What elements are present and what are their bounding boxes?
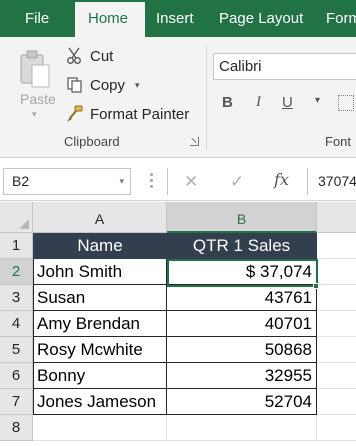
table-header-sales[interactable]: QTR 1 Sales [167, 233, 317, 259]
chevron-down-icon[interactable]: ▾ [135, 80, 140, 91]
grid-cell[interactable] [317, 311, 356, 337]
row-header[interactable]: 5 [0, 337, 33, 363]
row-header[interactable]: 2 [0, 259, 33, 285]
divider [167, 168, 168, 195]
grid-cell[interactable] [317, 363, 356, 389]
format-painter-label: Format Painter [90, 105, 190, 123]
tab-insert[interactable]: Insert [156, 0, 194, 37]
row-header[interactable]: 6 [0, 363, 33, 389]
row-header[interactable]: 1 [0, 233, 33, 259]
paintbrush-icon [67, 105, 83, 122]
chevron-down-icon[interactable]: ▾ [119, 169, 124, 194]
chevron-down-icon[interactable]: ▾ [315, 95, 320, 106]
tab-formulas[interactable]: Form [326, 0, 356, 37]
tab-page-layout[interactable]: Page Layout [219, 0, 303, 37]
paste-label: Paste [20, 91, 56, 107]
column-header-b[interactable]: B [167, 202, 317, 233]
ribbon-home: Paste ▾ Cut Copy ▾ Format Painter Clipbo… [0, 37, 356, 158]
enter-check-icon[interactable]: ✓ [230, 172, 244, 192]
table-cell-name[interactable]: Susan [33, 285, 167, 311]
bold-button[interactable]: B [222, 94, 233, 111]
paste-icon [20, 50, 50, 88]
row-header[interactable]: 7 [0, 389, 33, 415]
name-box[interactable]: B2 ▾ [3, 168, 131, 195]
grid-cell[interactable] [317, 415, 356, 441]
ribbon-tab-bar: File Home Insert Page Layout Form [0, 0, 356, 37]
format-painter-button[interactable]: Format Painter [66, 103, 189, 125]
formula-bar-grip-icon[interactable] [150, 173, 154, 189]
scissors-icon [67, 47, 81, 64]
grid-cell[interactable] [167, 415, 317, 441]
table-cell-name[interactable]: Jones Jameson [33, 389, 167, 415]
divider [0, 200, 356, 201]
column-header-c[interactable] [317, 202, 356, 233]
copy-button[interactable]: Copy ▾ [66, 74, 140, 96]
row-header[interactable]: 8 [0, 415, 33, 441]
table-cell-sales[interactable]: 50868 [167, 337, 317, 363]
grid-cell[interactable] [317, 259, 356, 285]
cut-button[interactable]: Cut [66, 45, 113, 67]
italic-button[interactable]: I [256, 94, 261, 111]
table-cell-sales[interactable]: 52704 [167, 389, 317, 415]
dialog-launcher-icon[interactable] [190, 137, 199, 146]
column-header-a[interactable]: A [33, 202, 167, 233]
table-cell-sales[interactable]: 32955 [167, 363, 317, 389]
grid-cell[interactable] [317, 233, 356, 259]
name-box-value: B2 [12, 173, 30, 189]
copy-label: Copy [90, 76, 126, 94]
table-cell-sales[interactable]: 40701 [167, 311, 317, 337]
worksheet-grid[interactable]: A B 1 2 3 4 5 6 7 8 Name QTR 1 Sales Joh… [0, 202, 356, 446]
copy-icon [67, 77, 82, 93]
grid-cell[interactable] [317, 337, 356, 363]
chevron-down-icon[interactable]: ▾ [32, 109, 37, 120]
table-cell-name[interactable]: Rosy Mcwhite [33, 337, 167, 363]
cut-label: Cut [90, 47, 114, 65]
formula-input[interactable]: 37074 [307, 168, 356, 195]
font-group-label: Font [325, 134, 352, 149]
tab-home[interactable]: Home [75, 2, 145, 37]
clipboard-group-label: Clipboard [64, 134, 120, 149]
fill-handle[interactable] [313, 283, 319, 289]
underline-button[interactable]: U [282, 94, 293, 111]
font-name-select[interactable]: Calibri [213, 53, 356, 80]
table-header-name[interactable]: Name [33, 233, 167, 259]
grid-cell[interactable] [33, 415, 167, 441]
table-cell-sales[interactable]: 43761 [167, 285, 317, 311]
formula-bar: B2 ▾ ✕ ✓ fx 37074 [0, 159, 356, 202]
row-header[interactable]: 3 [0, 285, 33, 311]
ribbon-divider [206, 45, 207, 150]
borders-icon[interactable] [338, 95, 354, 111]
table-cell-name[interactable]: Amy Brendan [33, 311, 167, 337]
grid-cell[interactable] [317, 389, 356, 415]
select-all-button[interactable] [0, 202, 33, 233]
tab-file[interactable]: File [25, 0, 49, 37]
cancel-icon[interactable]: ✕ [184, 172, 198, 192]
table-cell-name[interactable]: Bonny [33, 363, 167, 389]
table-cell-name[interactable]: John Smith [33, 259, 167, 285]
grid-cell[interactable] [317, 285, 356, 311]
active-cell-selection [167, 259, 318, 287]
row-header[interactable]: 4 [0, 311, 33, 337]
insert-function-icon[interactable]: fx [274, 170, 289, 189]
